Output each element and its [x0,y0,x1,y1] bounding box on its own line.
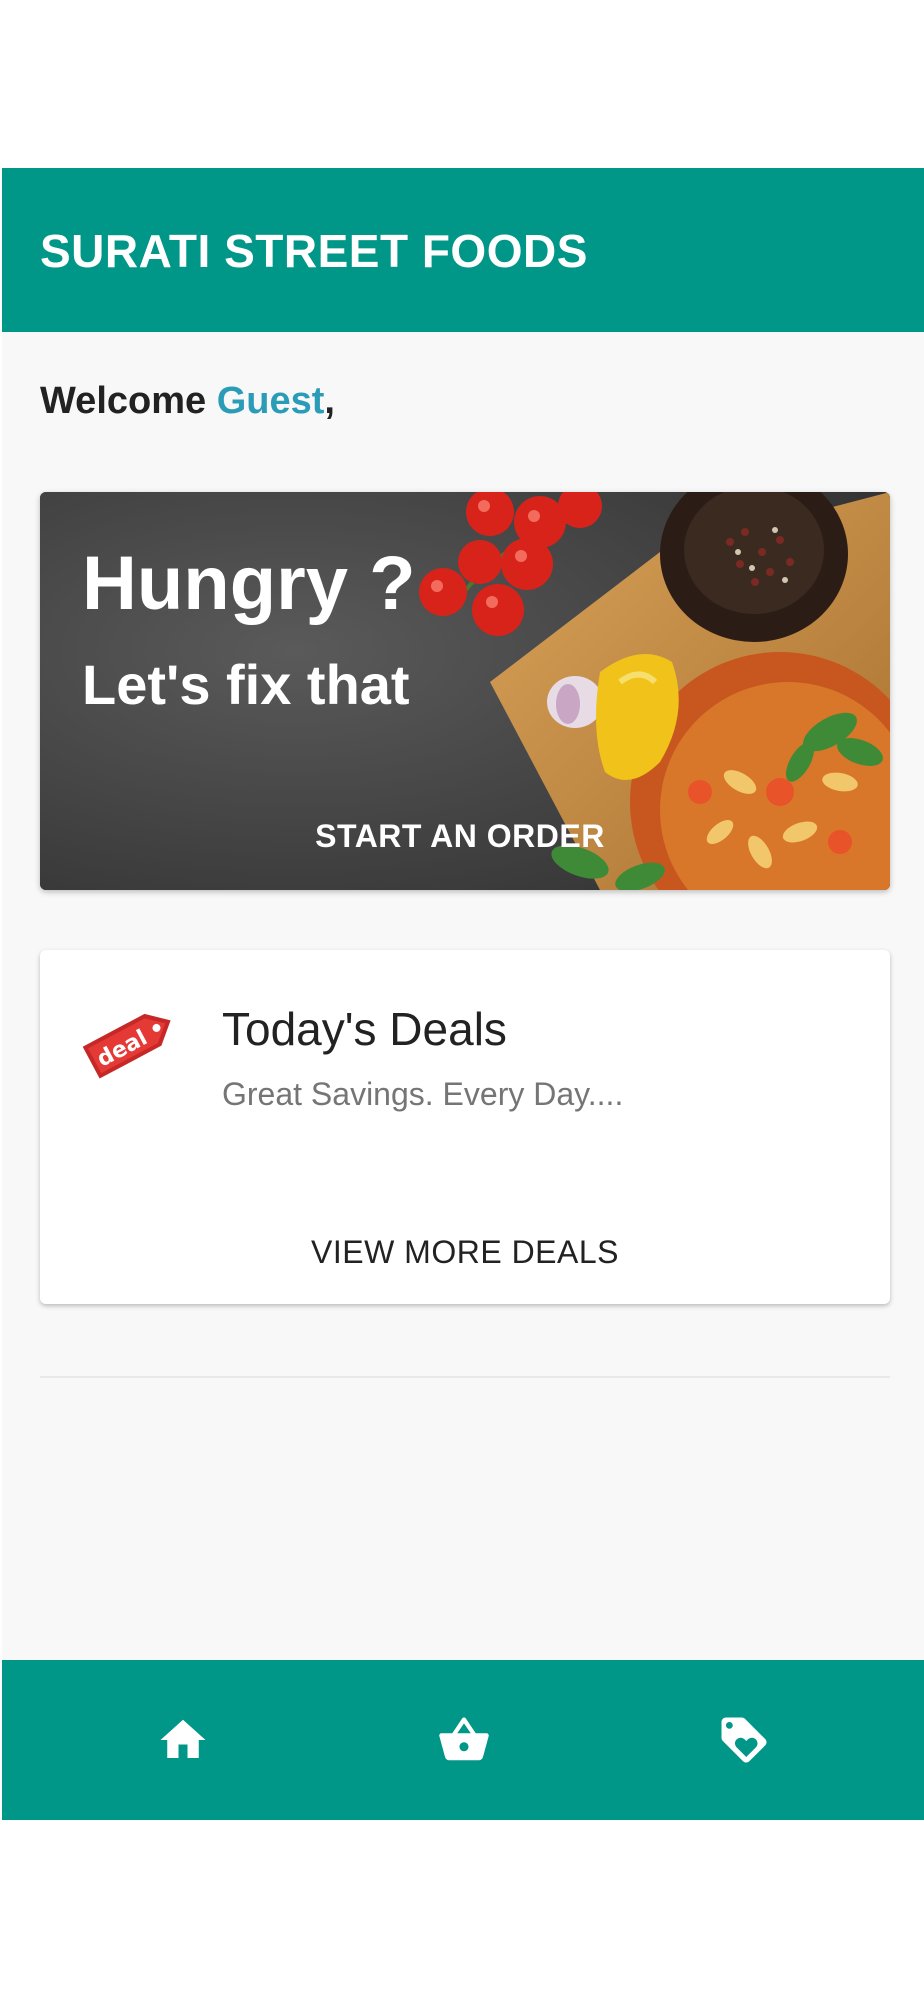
nav-order[interactable] [310,1660,617,1820]
hero-headline: Hungry ? [82,541,416,626]
deal-tag-icon: deal [82,1013,171,1079]
user-name[interactable]: Guest [217,380,325,422]
app-screen: SURATI STREET FOODS Welcome Guest, Hungr… [2,168,924,1820]
welcome-message: Welcome Guest, [40,380,335,423]
nav-deals[interactable] [590,1660,897,1820]
start-order-button[interactable]: START AN ORDER [280,808,640,864]
deals-title: Today's Deals [222,1003,507,1055]
welcome-prefix: Welcome [40,380,217,422]
welcome-suffix: , [324,380,335,422]
basket-icon [438,1717,489,1761]
tag-heart-icon [721,1717,766,1763]
app-title: SURATI STREET FOODS [40,225,588,277]
nav-home[interactable] [29,1660,336,1820]
deals-subtitle: Great Savings. Every Day.... [222,1076,624,1112]
hero-banner[interactable]: Hungry ? Let's fix that START AN ORDER [40,492,890,890]
bottom-navigation [2,1660,924,1820]
app-bar: SURATI STREET FOODS [2,168,924,332]
view-more-deals-button[interactable]: VIEW MORE DEALS [280,1224,650,1280]
hero-subheadline: Let's fix that [82,653,410,716]
section-divider [40,1376,890,1378]
home-icon [160,1719,205,1758]
deals-card: deal Today's Deals Great Savings. Every … [40,950,890,1304]
